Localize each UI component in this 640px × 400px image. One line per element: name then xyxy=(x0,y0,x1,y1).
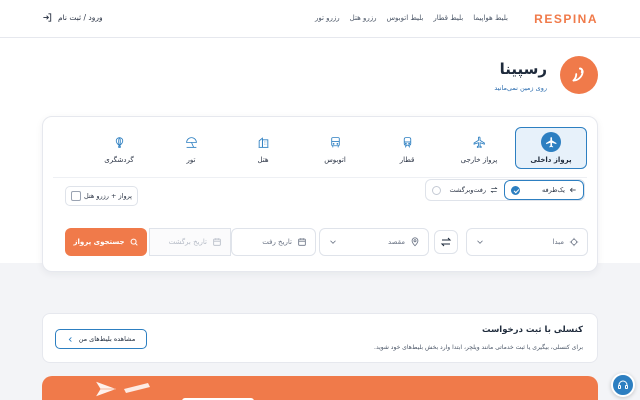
main-nav: بلیط هواپیما بلیط قطار بلیط اتوبوس رزرو … xyxy=(315,14,508,22)
crosshair-icon xyxy=(569,237,579,247)
calendar-icon xyxy=(213,238,221,246)
view-my-tickets-label: مشاهده بلیط‌های من xyxy=(78,335,136,343)
chevron-down-icon xyxy=(477,240,483,244)
beach-umbrella-icon xyxy=(185,136,197,148)
depart-date-placeholder: تاریخ رفت xyxy=(262,238,292,246)
tabs-divider xyxy=(53,177,587,178)
support-chat-button[interactable] xyxy=(611,373,635,397)
paper-plane-icon xyxy=(96,381,116,397)
tab-train[interactable]: قطار xyxy=(371,127,443,169)
login-link[interactable]: ورود / ثبت نام xyxy=(42,12,103,23)
view-my-tickets-button[interactable]: مشاهده بلیط‌های من xyxy=(55,329,147,349)
destination-field[interactable]: مقصد xyxy=(319,228,429,256)
origin-placeholder: مبدا xyxy=(552,238,564,246)
swap-origin-destination-button[interactable] xyxy=(434,230,458,254)
flight-hotel-label: پرواز + رزرو هتل xyxy=(84,192,132,200)
tab-domestic-flight[interactable]: پرواز داخلی xyxy=(515,127,587,169)
train-icon xyxy=(403,136,411,148)
tab-tourism[interactable]: گردشگری xyxy=(83,127,155,169)
search-icon xyxy=(130,238,138,246)
hero-subtitle: روی زمین نمی‌مانید xyxy=(494,84,547,92)
calendar-icon xyxy=(298,238,306,246)
one-way-option[interactable]: یک‌طرفه xyxy=(504,180,584,200)
refund-title: کنسلی با ثبت درخواست xyxy=(481,325,583,335)
refund-card: کنسلی با ثبت درخواست برای کنسلی، بیگیری … xyxy=(42,313,598,363)
round-trip-option[interactable]: رفت‌وبرگشت xyxy=(426,180,504,200)
airplane-globe-icon xyxy=(473,136,485,148)
swap-arrows-icon xyxy=(490,187,498,193)
airplane-icon xyxy=(545,136,556,147)
destination-placeholder: مقصد xyxy=(387,238,405,246)
respina-bird-icon xyxy=(560,56,598,94)
location-pin-icon xyxy=(411,237,419,247)
headset-icon xyxy=(618,380,628,389)
nav-train-tickets[interactable]: بلیط قطار xyxy=(433,14,463,22)
trip-type-toggle: یک‌طرفه رفت‌وبرگشت xyxy=(425,179,585,201)
search-button-label: جستجوی پرواز xyxy=(73,238,125,246)
nav-tour-booking[interactable]: رزرو تور xyxy=(315,14,340,22)
hotel-icon xyxy=(258,136,268,148)
nav-flight-tickets[interactable]: بلیط هواپیما xyxy=(473,14,508,22)
return-date-placeholder: تاریخ برگشت xyxy=(168,238,207,246)
nav-bus-tickets[interactable]: بلیط اتوبوس xyxy=(387,14,424,22)
swap-icon xyxy=(440,237,452,247)
chevron-down-icon xyxy=(330,240,336,244)
ticket-icon xyxy=(124,383,150,393)
hero-title: رسپینا xyxy=(499,60,547,78)
service-tabs: پرواز داخلی پرواز خارجی قطار اتوبوس هتل … xyxy=(83,127,587,169)
flight-hotel-option[interactable]: پرواز + رزرو هتل xyxy=(65,186,138,206)
round-trip-radio[interactable] xyxy=(432,185,441,195)
refund-description: برای کنسلی، بیگیری یا ثبت خدماتی مانند و… xyxy=(374,344,583,351)
tab-hotel[interactable]: هتل xyxy=(227,127,299,169)
top-bar: RESPINA بلیط هواپیما بلیط قطار بلیط اتوب… xyxy=(0,0,640,38)
one-way-radio[interactable] xyxy=(511,185,520,195)
tab-tour[interactable]: تور xyxy=(155,127,227,169)
flight-hotel-checkbox[interactable] xyxy=(71,191,81,201)
login-icon xyxy=(43,13,52,22)
search-flight-button[interactable]: جستجوی پرواز xyxy=(65,228,147,256)
chevron-left-icon xyxy=(68,336,72,342)
origin-field[interactable]: مبدا xyxy=(466,228,588,256)
balloon-icon xyxy=(115,136,123,148)
return-date-field[interactable]: تاریخ برگشت xyxy=(149,228,231,256)
login-label: ورود / ثبت نام xyxy=(58,13,103,22)
tab-bus[interactable]: اتوبوس xyxy=(299,127,371,169)
tab-international-flight[interactable]: پرواز خارجی xyxy=(443,127,515,169)
brand-logo-text[interactable]: RESPINA xyxy=(534,12,598,26)
arrow-left-icon xyxy=(569,187,576,193)
nav-hotel-booking[interactable]: رزرو هتل xyxy=(350,14,377,22)
bus-icon xyxy=(330,136,340,147)
depart-date-field[interactable]: تاریخ رفت xyxy=(231,228,316,256)
